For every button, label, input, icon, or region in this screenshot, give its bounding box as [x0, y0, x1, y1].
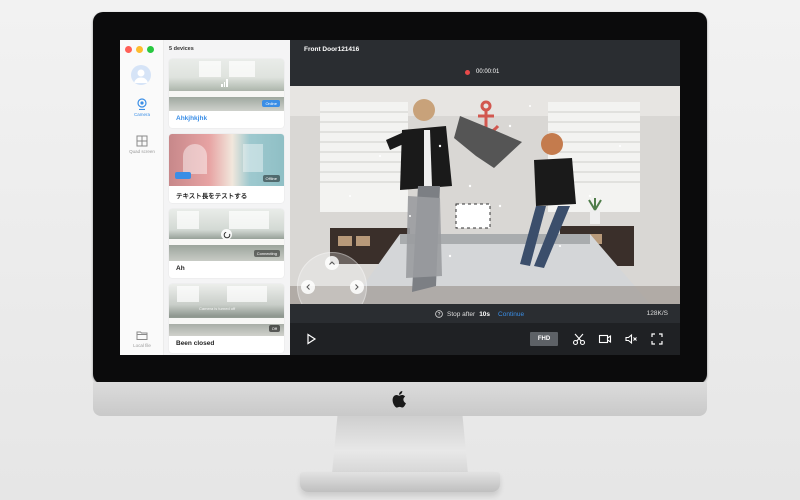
device-thumbnail: Connecting — [169, 209, 284, 261]
camera-icon — [137, 98, 147, 110]
chevron-left-icon — [306, 284, 310, 290]
rail-item-camera[interactable]: Camera — [120, 98, 164, 117]
clip-button[interactable] — [572, 332, 586, 346]
monitor-stand-foot — [300, 472, 500, 492]
wifi-icon — [175, 172, 191, 179]
stop-text: Stop after — [447, 310, 476, 318]
record-dot-icon — [465, 69, 470, 75]
video-player: Front Door121416 00:00:01 Stop after 10s… — [290, 40, 680, 355]
device-name: Ah — [176, 265, 185, 272]
mute-button[interactable] — [624, 332, 638, 346]
monitor-chin — [93, 382, 707, 416]
device-thumbnail: Offline — [169, 134, 284, 186]
chevron-up-icon — [329, 261, 335, 265]
record-timer: 00:00:01 — [476, 69, 500, 75]
continue-link[interactable]: Continue — [498, 311, 524, 318]
quad-screen-icon — [136, 135, 148, 147]
nav-rail: Camera Quad screen Local file — [120, 40, 164, 355]
window-controls — [125, 46, 154, 53]
app-window: Camera Quad screen Local file 5 devices — [120, 40, 680, 355]
minimize-window-button[interactable] — [136, 46, 143, 53]
stop-seconds: 10s — [479, 310, 491, 318]
rail-item-label: Local file — [133, 343, 151, 348]
fullscreen-button[interactable] — [650, 332, 664, 346]
device-card[interactable]: Camera is turned off Off Been closed — [169, 284, 284, 353]
user-icon — [134, 69, 148, 83]
status-badge: Online — [262, 100, 280, 107]
record-button[interactable] — [598, 332, 612, 346]
camera-off-text: Camera is turned off — [199, 306, 236, 311]
device-count: 5 devices — [169, 46, 194, 52]
chevron-right-icon — [355, 284, 359, 290]
play-button[interactable] — [304, 332, 318, 346]
device-thumbnail: Camera is turned off Off — [169, 284, 284, 336]
zoom-window-button[interactable] — [147, 46, 154, 53]
rail-item-quad-screen[interactable]: Quad screen — [120, 135, 164, 154]
question-icon — [435, 310, 443, 318]
camera-title: Front Door121416 — [304, 46, 360, 53]
auto-stop-notice: Stop after 10s Continue — [435, 310, 524, 318]
device-card[interactable]: Offline テキスト長をテストする — [169, 134, 284, 203]
fullscreen-icon — [651, 333, 663, 345]
device-name: テキスト長をテストする — [176, 193, 248, 200]
quality-button[interactable]: FHD — [530, 332, 558, 346]
video-feed[interactable] — [290, 86, 680, 304]
speaker-muted-icon — [625, 333, 637, 345]
scissors-icon — [572, 333, 586, 346]
apple-logo-icon — [392, 391, 406, 408]
video-camera-icon — [598, 334, 612, 344]
status-badge: Offline — [262, 175, 280, 182]
monitor-stand-neck — [332, 416, 468, 474]
bitrate-readout: 128K/S — [646, 310, 668, 317]
recording-status-bar: Stop after 10s Continue 128K/S — [290, 306, 680, 322]
signal-icon — [221, 79, 228, 87]
folder-icon — [136, 331, 148, 340]
status-badge: Connecting — [253, 250, 280, 257]
play-icon — [307, 333, 317, 345]
device-card[interactable]: Connecting Ah — [169, 209, 284, 278]
pan-left-button[interactable] — [301, 280, 315, 294]
device-name: Been closed — [176, 340, 215, 347]
recording-indicator: 00:00:01 — [465, 69, 499, 75]
rail-item-local-file[interactable]: Local file — [120, 329, 164, 348]
rail-item-label: Camera — [133, 112, 150, 117]
device-name: Ahkjhkjhk — [176, 115, 208, 122]
pan-right-button[interactable] — [350, 280, 364, 294]
device-list: 5 devices Online Ahkjhkjhk Offline テキスト長… — [164, 40, 290, 355]
player-controls: FHD — [290, 323, 680, 355]
rail-item-label: Quad screen — [129, 149, 155, 154]
pan-up-button[interactable] — [325, 256, 339, 270]
close-window-button[interactable] — [125, 46, 132, 53]
device-thumbnail: Online — [169, 59, 284, 111]
avatar[interactable] — [131, 65, 151, 85]
device-card[interactable]: Online Ahkjhkjhk — [169, 59, 284, 128]
loading-icon — [221, 229, 232, 240]
status-badge: Off — [268, 325, 280, 332]
